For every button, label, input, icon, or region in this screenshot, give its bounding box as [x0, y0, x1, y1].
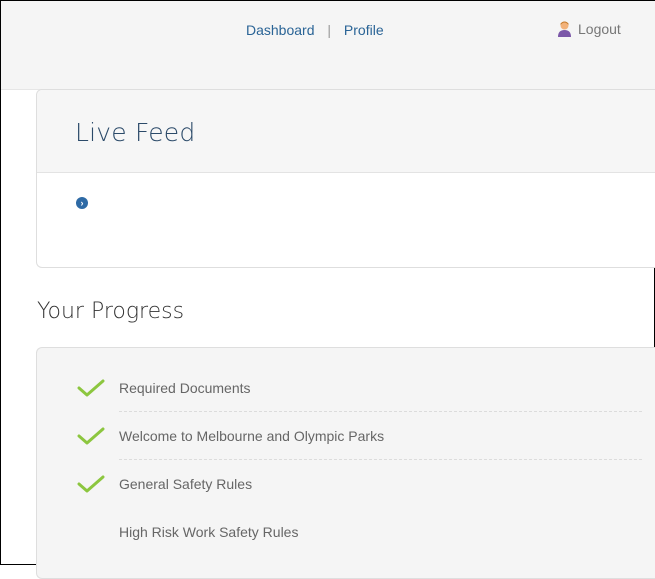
progress-item-label: High Risk Work Safety Rules — [119, 524, 299, 540]
live-feed-panel: Live Feed › — [36, 89, 655, 268]
checkmark-icon — [77, 379, 105, 397]
logout-button[interactable]: Logout — [557, 21, 621, 37]
logout-label: Logout — [578, 21, 621, 37]
nav-link-dashboard[interactable]: Dashboard — [246, 22, 315, 38]
progress-item-label: General Safety Rules — [119, 476, 253, 492]
progress-item-welcome[interactable]: Welcome to Melbourne and Olympic Parks — [77, 412, 642, 460]
main-nav: Dashboard | Profile — [246, 22, 384, 38]
progress-item-label: Welcome to Melbourne and Olympic Parks — [119, 428, 385, 444]
progress-heading: Your Progress — [37, 299, 185, 324]
progress-item-high-risk[interactable]: High Risk Work Safety Rules — [77, 508, 642, 556]
checkmark-icon — [77, 475, 105, 493]
progress-panel: Required Documents Welcome to Melbourne … — [36, 347, 655, 579]
top-navbar: Dashboard | Profile Logout — [1, 1, 655, 90]
chevron-right-icon[interactable]: › — [76, 197, 88, 209]
nav-separator: | — [327, 22, 332, 38]
progress-item-label: Required Documents — [119, 380, 251, 396]
user-avatar-icon — [558, 21, 571, 37]
checkmark-icon — [77, 427, 105, 445]
live-feed-title: Live Feed — [75, 118, 196, 147]
nav-link-profile[interactable]: Profile — [344, 22, 384, 38]
progress-item-general-safety[interactable]: General Safety Rules — [77, 460, 642, 508]
progress-item-required-documents[interactable]: Required Documents — [77, 364, 642, 412]
